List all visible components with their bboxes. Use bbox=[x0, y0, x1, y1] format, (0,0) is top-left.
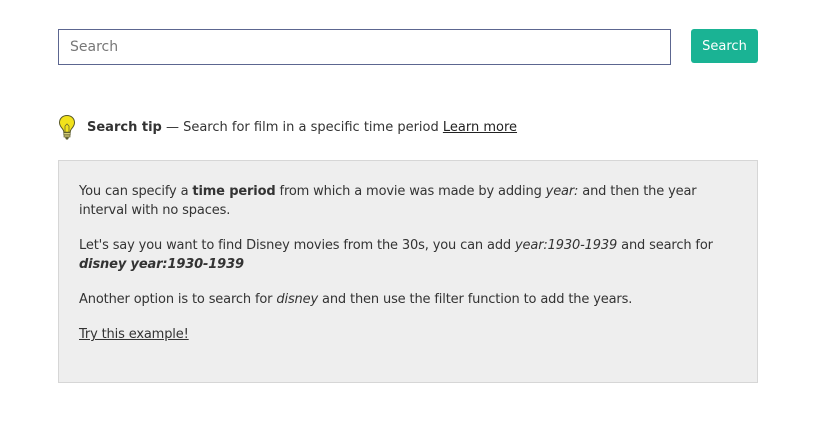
syntax-year: year: bbox=[545, 184, 579, 199]
lightbulb-icon bbox=[58, 114, 76, 142]
syntax-year-range: year:1930-1939 bbox=[515, 238, 618, 253]
tip-separator: — bbox=[161, 120, 184, 135]
text: and then use the filter function to add … bbox=[318, 292, 633, 307]
search-tip: Search tip — Search for film in a specif… bbox=[58, 113, 758, 143]
example-query: disney year:1930-1939 bbox=[79, 257, 244, 272]
tip-text: Search tip — Search for film in a specif… bbox=[87, 119, 517, 137]
learn-more-link[interactable]: Learn more bbox=[443, 120, 517, 135]
tip-paragraph-example: Let's say you want to find Disney movies… bbox=[79, 236, 737, 274]
tip-heading: Search tip bbox=[87, 120, 162, 135]
text: Let's say you want to find Disney movies… bbox=[79, 238, 516, 253]
emphasis-time-period: time period bbox=[192, 184, 276, 199]
text: Another option is to search for bbox=[79, 292, 277, 307]
tip-details-panel: You can specify a time period from which… bbox=[58, 160, 758, 383]
text: from which a movie was made by adding bbox=[275, 184, 546, 199]
search-bar: Search bbox=[58, 29, 758, 65]
text: You can specify a bbox=[79, 184, 193, 199]
tip-summary: Search for film in a specific time perio… bbox=[183, 120, 439, 135]
try-example-row: Try this example! bbox=[79, 325, 737, 344]
tip-paragraph-time-period: You can specify a time period from which… bbox=[79, 182, 737, 220]
text: and search for bbox=[617, 238, 713, 253]
example-term: disney bbox=[276, 292, 319, 307]
tip-paragraph-filter: Another option is to search for disney a… bbox=[79, 290, 737, 309]
search-button[interactable]: Search bbox=[691, 29, 758, 63]
try-example-link[interactable]: Try this example! bbox=[79, 327, 189, 342]
search-input[interactable] bbox=[58, 29, 671, 65]
